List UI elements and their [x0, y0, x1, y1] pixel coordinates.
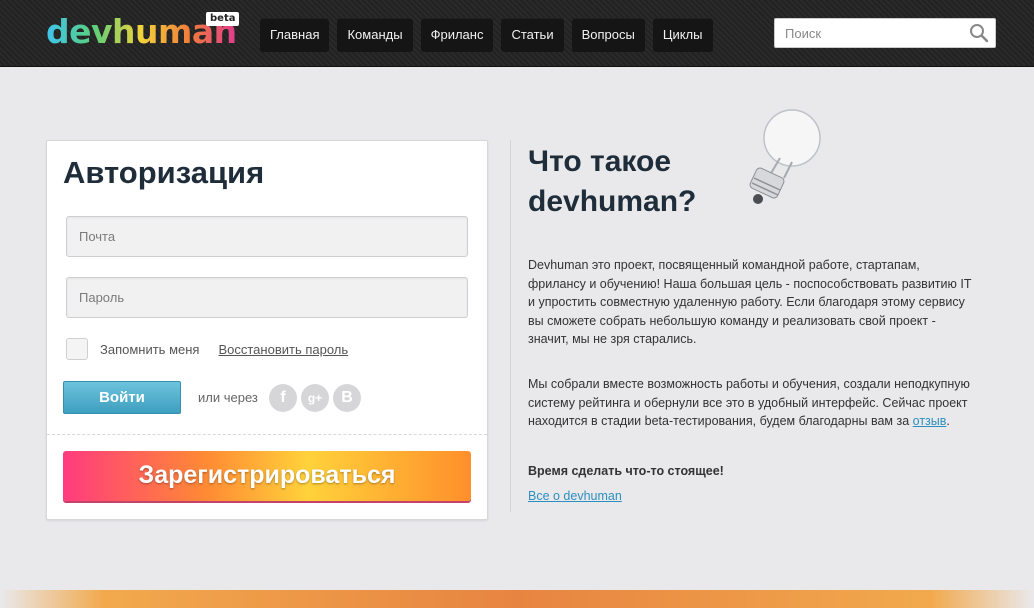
- google-plus-icon[interactable]: g+: [301, 384, 329, 412]
- all-about-link[interactable]: Все о devhuman: [528, 489, 622, 503]
- vk-icon[interactable]: B: [333, 384, 361, 412]
- or-through-label: или через: [198, 390, 258, 405]
- feedback-link[interactable]: отзыв: [913, 414, 947, 428]
- logo[interactable]: devhuman beta: [46, 12, 240, 52]
- password-field[interactable]: [67, 278, 467, 317]
- about-paragraph-2-text: Мы собрали вместе возможность работы и о…: [528, 377, 970, 428]
- more-link-wrap: Все о devhuman: [528, 487, 976, 506]
- nav-questions[interactable]: Вопросы: [571, 18, 645, 52]
- email-field-wrapper: [66, 216, 468, 257]
- nav-freelance[interactable]: Фриланс: [420, 18, 494, 52]
- search-box: [774, 18, 996, 48]
- cta-text: Время сделать что-то стоящее!: [528, 464, 724, 478]
- about-paragraph-2-end: .: [946, 414, 950, 428]
- password-field-wrapper: [66, 277, 468, 318]
- login-button[interactable]: Войти: [63, 381, 181, 414]
- beta-badge: beta: [206, 12, 240, 26]
- search-input[interactable]: [775, 19, 965, 47]
- nav-home[interactable]: Главная: [260, 18, 330, 52]
- section-divider: [510, 140, 511, 512]
- login-title: Авторизация: [63, 155, 265, 190]
- nav-teams[interactable]: Команды: [337, 18, 413, 52]
- register-button[interactable]: Зарегистрироваться: [63, 451, 471, 501]
- top-header: devhuman beta Главная Команды Фриланс Ст…: [0, 0, 1034, 67]
- main-nav: Главная Команды Фриланс Статьи Вопросы Ц…: [260, 18, 713, 52]
- remember-row: Запомнить меня Восстановить пароль: [66, 338, 348, 360]
- restore-password-link[interactable]: Восстановить пароль: [218, 342, 348, 357]
- nav-articles[interactable]: Статьи: [501, 18, 564, 52]
- lightbulb-icon: [749, 109, 821, 204]
- about-title-line2: devhuman?: [528, 185, 697, 218]
- about-paragraph-2: Мы собрали вместе возможность работы и о…: [528, 375, 976, 431]
- email-field[interactable]: [67, 217, 467, 256]
- remember-checkbox[interactable]: [66, 338, 88, 360]
- login-card: Авторизация Запомнить меня Восстановить …: [46, 140, 488, 520]
- about-paragraph-1: Devhuman это проект, посвященный командн…: [528, 258, 972, 346]
- footer-stripe: [0, 590, 1034, 608]
- remember-label[interactable]: Запомнить меня: [100, 342, 199, 357]
- search-icon[interactable]: [969, 23, 989, 43]
- nav-cycles[interactable]: Циклы: [652, 18, 713, 52]
- facebook-icon[interactable]: f: [269, 384, 297, 412]
- about-title-line1: Что такое: [528, 145, 672, 178]
- card-divider: [47, 434, 487, 435]
